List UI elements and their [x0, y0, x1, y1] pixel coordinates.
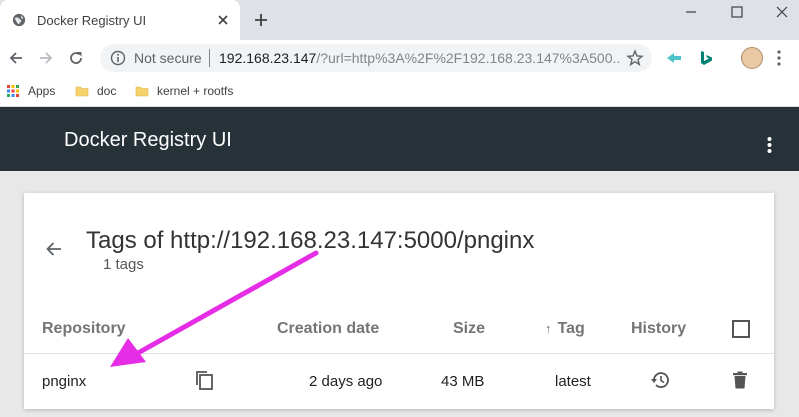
url-path: /?url=http%3A%2F%2F192.168.23.147%3A500.… — [316, 50, 619, 66]
delete-icon[interactable] — [729, 369, 751, 391]
address-bar[interactable]: Not secure 192.168.23.147/?url=http%3A%2… — [100, 44, 652, 72]
bookmark-label: doc — [97, 84, 117, 98]
folder-icon — [75, 86, 89, 97]
bookmark-apps[interactable]: Apps — [6, 82, 55, 100]
more-vert-icon[interactable] — [767, 136, 772, 154]
cell-tag: latest — [555, 373, 591, 390]
bookmark-star-icon[interactable] — [626, 49, 644, 67]
browser-toolbar: Not secure 192.168.23.147/?url=http%3A%2… — [0, 40, 799, 76]
globe-icon — [12, 13, 26, 27]
bookmark-label: kernel + rootfs — [157, 84, 234, 98]
apps-grid-icon — [7, 85, 19, 97]
folder-icon — [135, 86, 149, 97]
omnibox-separator — [209, 49, 210, 67]
forward-icon[interactable] — [37, 49, 55, 67]
extension-arrow-icon[interactable] — [665, 49, 683, 67]
column-header-size[interactable]: Size — [453, 320, 485, 338]
url-text[interactable]: 192.168.23.147/?url=http%3A%2F%2F192.168… — [219, 50, 619, 66]
window-close-icon[interactable] — [774, 4, 790, 20]
sort-arrow-icon: ↑ — [545, 321, 552, 336]
bookmark-label: Apps — [28, 84, 56, 98]
app-title: Docker Registry UI — [64, 129, 232, 151]
browser-tab-strip: Docker Registry UI — [0, 0, 799, 40]
column-header-tag-label: Tag — [557, 320, 585, 337]
table-divider — [24, 353, 774, 354]
tag-count: 1 tags — [103, 256, 144, 273]
arrow-back-icon[interactable] — [44, 239, 64, 259]
column-header-tag[interactable]: ↑ Tag — [545, 320, 585, 338]
history-icon[interactable] — [649, 369, 671, 391]
new-tab-plus-icon[interactable] — [253, 12, 269, 28]
cell-size: 43 MB — [441, 373, 485, 390]
info-icon[interactable] — [110, 50, 126, 66]
profile-avatar[interactable] — [741, 47, 763, 69]
column-header-history[interactable]: History — [631, 320, 686, 338]
cell-creation-date: 2 days ago — [309, 373, 383, 390]
tags-card: Tags of http://192.168.23.147:5000/pngin… — [24, 193, 774, 409]
close-icon[interactable] — [216, 13, 230, 27]
copy-icon[interactable] — [193, 369, 215, 391]
bookmark-kernel-rootfs[interactable]: kernel + rootfs — [135, 82, 233, 100]
browser-tab[interactable]: Docker Registry UI — [0, 0, 240, 40]
back-icon[interactable] — [7, 49, 25, 67]
column-header-creation-date[interactable]: Creation date — [277, 320, 379, 338]
page-title: Tags of http://192.168.23.147:5000/pngin… — [86, 227, 535, 254]
tab-title: Docker Registry UI — [37, 13, 147, 28]
bookmark-doc[interactable]: doc — [75, 82, 116, 100]
url-host: 192.168.23.147 — [219, 50, 317, 66]
security-status: Not secure — [134, 50, 202, 66]
chrome-menu-icon[interactable] — [777, 49, 781, 67]
reload-icon[interactable] — [67, 49, 85, 67]
select-all-checkbox[interactable] — [731, 319, 751, 339]
app-header: Docker Registry UI — [0, 107, 799, 171]
bookmarks-bar: Apps doc kernel + rootfs — [0, 76, 799, 107]
maximize-icon[interactable] — [729, 4, 745, 20]
minimize-icon[interactable] — [683, 4, 699, 20]
bing-icon[interactable] — [697, 49, 715, 67]
column-header-repository[interactable]: Repository — [42, 320, 126, 338]
cell-repository: pnginx — [42, 373, 87, 390]
